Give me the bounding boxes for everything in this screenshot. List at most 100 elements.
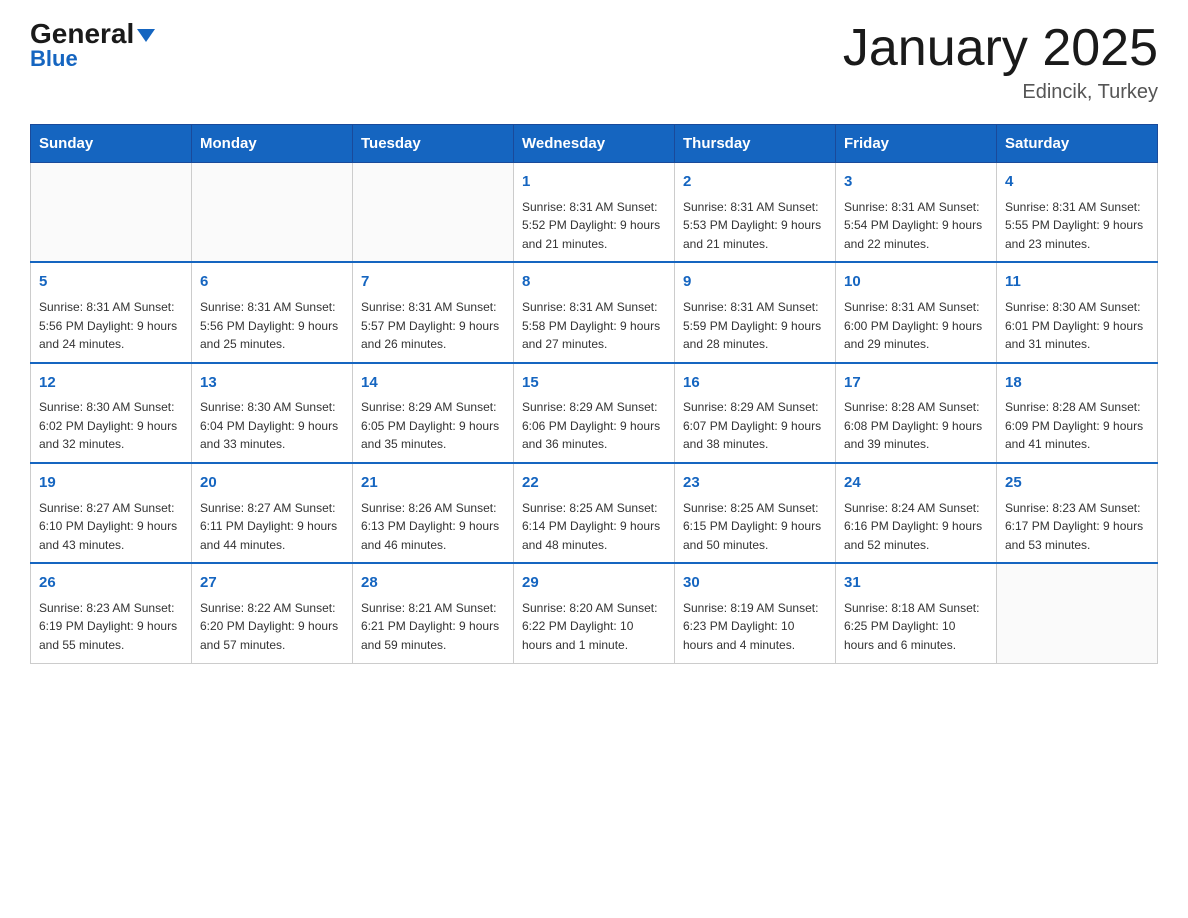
table-row: 27 Sunrise: 8:22 AM Sunset: 6:20 PM Dayli… <box>192 563 353 663</box>
page-header: General Blue January 2025 Edincik, Turke… <box>30 20 1158 104</box>
day-number: 29 <box>522 572 666 595</box>
table-row: 9 Sunrise: 8:31 AM Sunset: 5:59 PM Daylig… <box>675 262 836 362</box>
calendar-week-row: 5 Sunrise: 8:31 AM Sunset: 5:56 PM Daylig… <box>31 262 1158 362</box>
day-info: Sunrise: 8:29 AM Sunset: 6:07 PM Dayligh… <box>683 398 827 454</box>
day-info: Sunrise: 8:19 AM Sunset: 6:23 PM Dayligh… <box>683 599 827 655</box>
day-number: 3 <box>844 171 988 194</box>
day-info: Sunrise: 8:26 AM Sunset: 6:13 PM Dayligh… <box>361 499 505 555</box>
table-row: 21 Sunrise: 8:26 AM Sunset: 6:13 PM Dayli… <box>353 463 514 563</box>
day-info: Sunrise: 8:31 AM Sunset: 5:54 PM Dayligh… <box>844 198 988 254</box>
day-number: 14 <box>361 372 505 395</box>
col-header-sunday: Sunday <box>31 125 192 163</box>
day-number: 27 <box>200 572 344 595</box>
calendar-week-row: 1Sunrise: 8:31 AM Sunset: 5:52 PM Daylig… <box>31 163 1158 263</box>
logo-blue-text: Blue <box>30 46 78 72</box>
month-title: January 2025 <box>843 20 1158 77</box>
table-row: 2 Sunrise: 8:31 AM Sunset: 5:53 PM Daylig… <box>675 163 836 263</box>
day-number: 18 <box>1005 372 1149 395</box>
table-row: 7Sunrise: 8:31 AM Sunset: 5:57 PM Daylig… <box>353 262 514 362</box>
day-number: 10 <box>844 271 988 294</box>
day-number: 11 <box>1005 271 1149 294</box>
table-row: 20 Sunrise: 8:27 AM Sunset: 6:11 PM Dayli… <box>192 463 353 563</box>
title-section: January 2025 Edincik, Turkey <box>843 20 1158 104</box>
table-row <box>31 163 192 263</box>
day-info: Sunrise: 8:24 AM Sunset: 6:16 PM Dayligh… <box>844 499 988 555</box>
col-header-wednesday: Wednesday <box>514 125 675 163</box>
table-row <box>997 563 1158 663</box>
col-header-friday: Friday <box>836 125 997 163</box>
day-number: 16 <box>683 372 827 395</box>
day-number: 25 <box>1005 472 1149 495</box>
table-row: 23 Sunrise: 8:25 AM Sunset: 6:15 PM Dayli… <box>675 463 836 563</box>
day-info: Sunrise: 8:31 AM Sunset: 5:57 PM Dayligh… <box>361 298 505 354</box>
day-info: Sunrise: 8:31 AM Sunset: 5:53 PM Dayligh… <box>683 198 827 254</box>
table-row: 19 Sunrise: 8:27 AM Sunset: 6:10 PM Dayli… <box>31 463 192 563</box>
day-number: 9 <box>683 271 827 294</box>
table-row: 8 Sunrise: 8:31 AM Sunset: 5:58 PM Daylig… <box>514 262 675 362</box>
day-number: 21 <box>361 472 505 495</box>
day-info: Sunrise: 8:29 AM Sunset: 6:06 PM Dayligh… <box>522 398 666 454</box>
table-row: 1Sunrise: 8:31 AM Sunset: 5:52 PM Daylig… <box>514 163 675 263</box>
table-row: 12 Sunrise: 8:30 AM Sunset: 6:02 PM Dayli… <box>31 363 192 463</box>
day-info: Sunrise: 8:27 AM Sunset: 6:10 PM Dayligh… <box>39 499 183 555</box>
logo-general-text: General <box>30 20 155 48</box>
day-number: 13 <box>200 372 344 395</box>
day-info: Sunrise: 8:25 AM Sunset: 6:15 PM Dayligh… <box>683 499 827 555</box>
table-row: 29Sunrise: 8:20 AM Sunset: 6:22 PM Dayli… <box>514 563 675 663</box>
table-row: 25 Sunrise: 8:23 AM Sunset: 6:17 PM Dayli… <box>997 463 1158 563</box>
day-info: Sunrise: 8:31 AM Sunset: 5:56 PM Dayligh… <box>200 298 344 354</box>
day-info: Sunrise: 8:30 AM Sunset: 6:02 PM Dayligh… <box>39 398 183 454</box>
day-number: 31 <box>844 572 988 595</box>
day-number: 5 <box>39 271 183 294</box>
calendar-week-row: 12 Sunrise: 8:30 AM Sunset: 6:02 PM Dayli… <box>31 363 1158 463</box>
day-info: Sunrise: 8:23 AM Sunset: 6:19 PM Dayligh… <box>39 599 183 655</box>
table-row: 15Sunrise: 8:29 AM Sunset: 6:06 PM Dayli… <box>514 363 675 463</box>
day-number: 20 <box>200 472 344 495</box>
calendar-week-row: 26 Sunrise: 8:23 AM Sunset: 6:19 PM Dayli… <box>31 563 1158 663</box>
day-number: 17 <box>844 372 988 395</box>
day-number: 19 <box>39 472 183 495</box>
table-row: 18Sunrise: 8:28 AM Sunset: 6:09 PM Dayli… <box>997 363 1158 463</box>
day-number: 28 <box>361 572 505 595</box>
location: Edincik, Turkey <box>843 81 1158 104</box>
day-info: Sunrise: 8:25 AM Sunset: 6:14 PM Dayligh… <box>522 499 666 555</box>
day-info: Sunrise: 8:31 AM Sunset: 5:58 PM Dayligh… <box>522 298 666 354</box>
table-row: 5 Sunrise: 8:31 AM Sunset: 5:56 PM Daylig… <box>31 262 192 362</box>
table-row: 17Sunrise: 8:28 AM Sunset: 6:08 PM Dayli… <box>836 363 997 463</box>
calendar-table: Sunday Monday Tuesday Wednesday Thursday… <box>30 124 1158 663</box>
day-info: Sunrise: 8:23 AM Sunset: 6:17 PM Dayligh… <box>1005 499 1149 555</box>
day-number: 30 <box>683 572 827 595</box>
day-number: 24 <box>844 472 988 495</box>
col-header-monday: Monday <box>192 125 353 163</box>
day-number: 12 <box>39 372 183 395</box>
day-info: Sunrise: 8:27 AM Sunset: 6:11 PM Dayligh… <box>200 499 344 555</box>
logo: General Blue <box>30 20 155 72</box>
col-header-tuesday: Tuesday <box>353 125 514 163</box>
table-row: 28Sunrise: 8:21 AM Sunset: 6:21 PM Dayli… <box>353 563 514 663</box>
day-info: Sunrise: 8:30 AM Sunset: 6:01 PM Dayligh… <box>1005 298 1149 354</box>
col-header-thursday: Thursday <box>675 125 836 163</box>
day-number: 2 <box>683 171 827 194</box>
day-number: 22 <box>522 472 666 495</box>
day-number: 8 <box>522 271 666 294</box>
day-info: Sunrise: 8:31 AM Sunset: 5:59 PM Dayligh… <box>683 298 827 354</box>
day-info: Sunrise: 8:18 AM Sunset: 6:25 PM Dayligh… <box>844 599 988 655</box>
table-row: 26 Sunrise: 8:23 AM Sunset: 6:19 PM Dayli… <box>31 563 192 663</box>
table-row: 10Sunrise: 8:31 AM Sunset: 6:00 PM Dayli… <box>836 262 997 362</box>
table-row: 31 Sunrise: 8:18 AM Sunset: 6:25 PM Dayli… <box>836 563 997 663</box>
calendar-header-row: Sunday Monday Tuesday Wednesday Thursday… <box>31 125 1158 163</box>
day-info: Sunrise: 8:22 AM Sunset: 6:20 PM Dayligh… <box>200 599 344 655</box>
day-number: 26 <box>39 572 183 595</box>
table-row: 4Sunrise: 8:31 AM Sunset: 5:55 PM Daylig… <box>997 163 1158 263</box>
col-header-saturday: Saturday <box>997 125 1158 163</box>
table-row <box>192 163 353 263</box>
table-row: 13Sunrise: 8:30 AM Sunset: 6:04 PM Dayli… <box>192 363 353 463</box>
table-row: 16 Sunrise: 8:29 AM Sunset: 6:07 PM Dayli… <box>675 363 836 463</box>
table-row: 24 Sunrise: 8:24 AM Sunset: 6:16 PM Dayli… <box>836 463 997 563</box>
day-number: 6 <box>200 271 344 294</box>
day-number: 23 <box>683 472 827 495</box>
table-row: 14Sunrise: 8:29 AM Sunset: 6:05 PM Dayli… <box>353 363 514 463</box>
calendar-week-row: 19 Sunrise: 8:27 AM Sunset: 6:10 PM Dayli… <box>31 463 1158 563</box>
table-row: 6 Sunrise: 8:31 AM Sunset: 5:56 PM Daylig… <box>192 262 353 362</box>
day-info: Sunrise: 8:31 AM Sunset: 5:56 PM Dayligh… <box>39 298 183 354</box>
